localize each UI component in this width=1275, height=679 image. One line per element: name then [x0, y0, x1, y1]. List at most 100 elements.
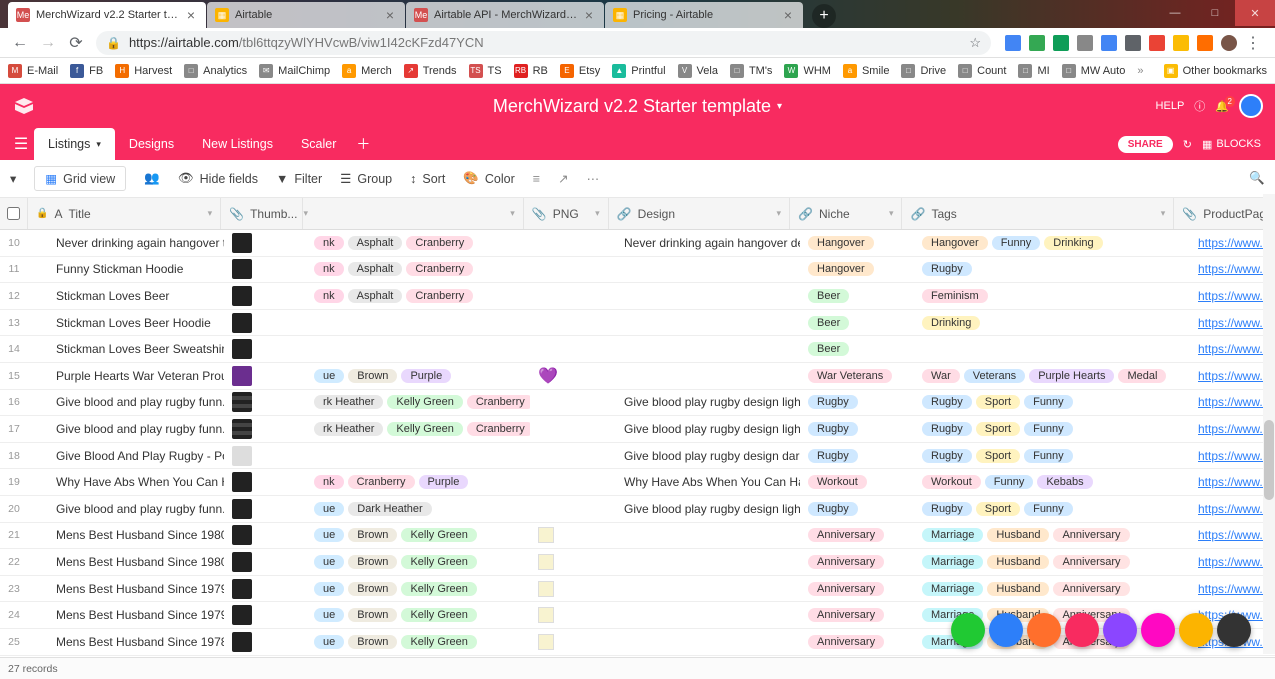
pill[interactable]: Medal	[1118, 369, 1166, 383]
pill[interactable]: Kelly Green	[401, 582, 476, 596]
pill[interactable]: Cranberry	[467, 422, 530, 436]
collaborators-icon[interactable]: 👥	[144, 171, 160, 186]
pill[interactable]: Brown	[348, 369, 397, 383]
pill[interactable]: Hangover	[808, 236, 874, 250]
cell-title[interactable]: Mens Best Husband Since 1979 ...	[28, 582, 224, 596]
notifications-button[interactable]: 🔔2	[1215, 100, 1229, 113]
pill[interactable]: Asphalt	[348, 289, 403, 303]
column-title[interactable]: 🔒 A Title▾	[28, 198, 221, 229]
cell-niche[interactable]: Beer	[800, 289, 914, 303]
pill[interactable]: Beer	[808, 289, 849, 303]
new-tab-button[interactable]: +	[812, 4, 836, 28]
base-title[interactable]: MerchWizard v2.2 Starter template ▾	[493, 96, 782, 117]
help-link[interactable]: HELP	[1156, 100, 1185, 112]
cell-thumb[interactable]	[224, 605, 306, 625]
pill[interactable]: Kelly Green	[401, 555, 476, 569]
table-row[interactable]: 23Mens Best Husband Since 1979 ...ueBrow…	[0, 576, 1275, 603]
hamburger-icon[interactable]: ☰	[8, 128, 34, 160]
cell-niche[interactable]: Workout	[800, 475, 914, 489]
thumbnail[interactable]	[232, 499, 252, 519]
table-row[interactable]: 17Give blood and play rugby funn...rk He…	[0, 416, 1275, 443]
pill[interactable]: Rugby	[808, 422, 858, 436]
extension-icon[interactable]	[1053, 35, 1069, 51]
cell-title[interactable]: Funny Stickman Hoodie	[28, 262, 224, 276]
cell-niche[interactable]: Anniversary	[800, 555, 914, 569]
cell-niche[interactable]: Anniversary	[800, 608, 914, 622]
cell-niche[interactable]: Rugby	[800, 502, 914, 516]
pill[interactable]: Purple Hearts	[1029, 369, 1114, 383]
cell-niche[interactable]: Anniversary	[800, 635, 914, 649]
filter-button[interactable]: ▼Filter	[276, 172, 322, 186]
pill[interactable]: Rugby	[808, 449, 858, 463]
table-row[interactable]: 11Funny Stickman HoodienkAsphaltCranberr…	[0, 257, 1275, 284]
cell-thumb[interactable]	[224, 632, 306, 652]
column-product[interactable]: 📎 ProductPag	[1174, 198, 1275, 229]
dock-button[interactable]	[1103, 613, 1137, 647]
pill[interactable]: Anniversary	[808, 528, 884, 542]
thumbnail[interactable]	[232, 339, 252, 359]
cell-png[interactable]	[530, 581, 616, 597]
bookmark-item[interactable]: fFB	[70, 64, 103, 78]
cell-design[interactable]: Give blood play rugby design light	[616, 422, 800, 436]
pill[interactable]: Kelly Green	[387, 422, 462, 436]
pill[interactable]: Purple	[419, 475, 469, 489]
airtable-logo-icon[interactable]	[12, 94, 36, 118]
cell-thumb[interactable]	[224, 552, 306, 572]
png-thumbnail[interactable]: 💜	[538, 366, 558, 386]
pill[interactable]: ue	[314, 635, 344, 649]
pill[interactable]: ue	[314, 502, 344, 516]
pill[interactable]: Veterans	[964, 369, 1025, 383]
cell-title[interactable]: Stickman Loves Beer Sweatshirt	[28, 342, 224, 356]
extension-icon[interactable]	[1005, 35, 1021, 51]
hide-fields-button[interactable]: 👁Hide fields	[178, 171, 258, 186]
column-design[interactable]: 🔗 Design▾	[609, 198, 790, 229]
pill[interactable]: Cranberry	[348, 475, 415, 489]
cell-niche[interactable]: Anniversary	[800, 582, 914, 596]
png-thumbnail[interactable]	[538, 581, 554, 597]
cell-title[interactable]: Give blood and play rugby funn...	[28, 395, 224, 409]
cell-title[interactable]: Give Blood And Play Rugby - Po...	[28, 449, 224, 463]
pill[interactable]: ue	[314, 608, 344, 622]
more-icon[interactable]: ⋯	[587, 171, 600, 186]
pill[interactable]: Cranberry	[406, 289, 473, 303]
pill[interactable]: Kelly Green	[401, 608, 476, 622]
cell-thumb[interactable]	[224, 259, 306, 279]
cell-thumb[interactable]	[224, 525, 306, 545]
bookmark-item[interactable]: ME-Mail	[8, 64, 58, 78]
thumbnail[interactable]	[232, 313, 252, 333]
dock-button[interactable]	[1179, 613, 1213, 647]
browser-tab[interactable]: ▦Pricing - Airtable×	[605, 2, 803, 28]
select-all-checkbox[interactable]	[0, 198, 28, 229]
cell-design[interactable]: Give blood play rugby design light	[616, 395, 800, 409]
cell-thumb[interactable]	[224, 286, 306, 306]
pill[interactable]: Sport	[976, 422, 1020, 436]
table-row[interactable]: 12Stickman Loves BeernkAsphaltCranberryB…	[0, 283, 1275, 310]
cell-niche[interactable]: Beer	[800, 342, 914, 356]
pill[interactable]: Asphalt	[348, 236, 403, 250]
pill[interactable]: Feminism	[922, 289, 988, 303]
pill[interactable]: Brown	[348, 635, 397, 649]
thumbnail[interactable]	[232, 446, 252, 466]
cell-png[interactable]	[530, 634, 616, 650]
scrollbar-thumb[interactable]	[1264, 420, 1274, 500]
pill[interactable]: Anniversary	[1053, 555, 1129, 569]
table-row[interactable]: 18Give Blood And Play Rugby - Po...Give …	[0, 443, 1275, 470]
thumbnail[interactable]	[232, 233, 252, 253]
bookmark-item[interactable]: □Analytics	[184, 64, 247, 78]
pill[interactable]: Hangover	[922, 236, 988, 250]
thumbnail[interactable]	[232, 392, 252, 412]
table-row[interactable]: 19Why Have Abs When You Can H...nkCranbe…	[0, 469, 1275, 496]
cell-thumb[interactable]	[224, 392, 306, 412]
close-tab-icon[interactable]: ×	[582, 8, 596, 22]
pill[interactable]: Brown	[348, 608, 397, 622]
cell-title[interactable]: Mens Best Husband Since 1980 ...	[28, 555, 224, 569]
pill[interactable]: rk Heather	[314, 395, 383, 409]
cell-colors[interactable]: ue Brown Kelly Green	[306, 608, 530, 622]
pill[interactable]: Anniversary	[808, 555, 884, 569]
column-thumb[interactable]: 📎 Thumb...▾	[221, 198, 303, 229]
history-icon[interactable]: ↻	[1183, 138, 1192, 151]
cell-tags[interactable]: MarriageHusbandAnniversary	[914, 582, 1190, 596]
browser-tab[interactable]: MeMerchWizard v2.2 Starter templa×	[8, 2, 206, 28]
pill[interactable]: Funny	[1024, 395, 1073, 409]
extension-icon[interactable]	[1125, 35, 1141, 51]
